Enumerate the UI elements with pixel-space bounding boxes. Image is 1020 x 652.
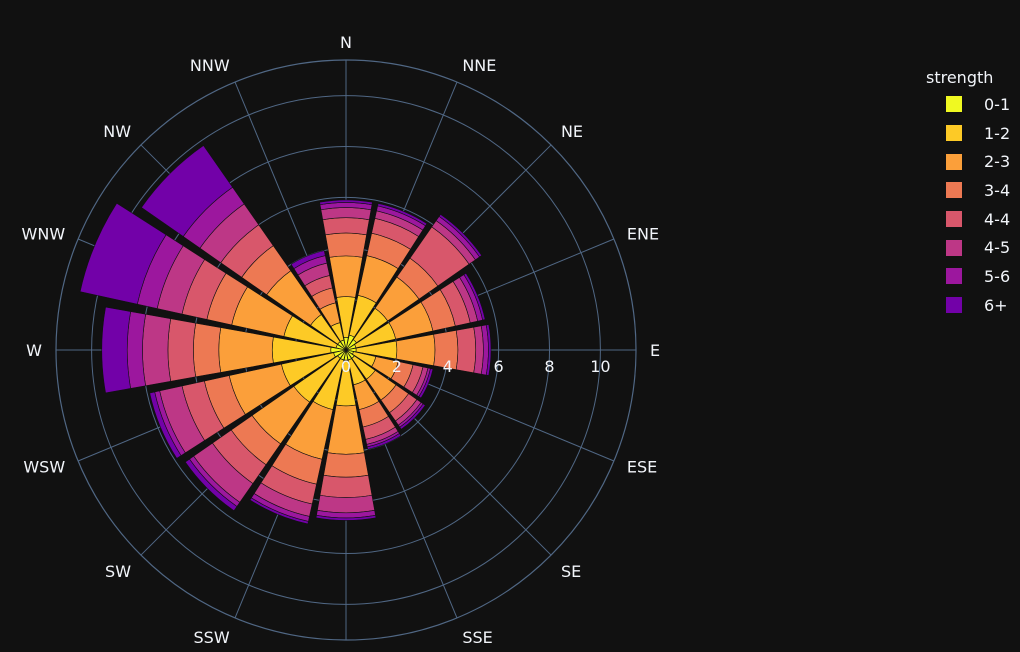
legend-swatch [946, 239, 962, 256]
bar-W-6+ [101, 306, 131, 394]
legend-title: strength [926, 68, 994, 87]
bar-S-4-5 [317, 494, 375, 514]
radial-tick-label: 4 [443, 357, 453, 376]
legend-item-3-4[interactable]: 3-4 [926, 176, 1016, 205]
legend-label: 0-1 [984, 94, 1011, 114]
direction-label-ENE: ENE [627, 225, 659, 244]
radial-tick-label: 6 [494, 357, 504, 376]
direction-label-SW: SW [105, 562, 131, 581]
bar-W-4-4 [167, 318, 197, 382]
legend-items: 0-1 1-2 2-3 3-4 4-4 4-5 5-6 6+ [926, 90, 1016, 320]
legend-swatch [946, 125, 962, 142]
direction-label-N: N [340, 33, 352, 52]
direction-label-WSW: WSW [23, 457, 65, 476]
bar-N-4-4 [322, 217, 370, 236]
bar-W-3-4 [193, 322, 222, 378]
legend-label: 1-2 [984, 123, 1011, 143]
direction-label-WNW: WNW [22, 225, 66, 244]
legend-swatch [946, 297, 962, 314]
legend-item-0-1[interactable]: 0-1 [926, 90, 1016, 119]
bar-N-3-4 [325, 232, 367, 258]
bar-E-4-4 [455, 326, 476, 374]
legend-label: 5-6 [984, 266, 1011, 286]
bar-S-2-3 [327, 404, 365, 455]
bars [79, 145, 492, 525]
bar-W-2-3 [218, 327, 274, 373]
radial-tick-label: 8 [544, 357, 554, 376]
legend-swatch [946, 182, 962, 199]
direction-label-NNE: NNE [462, 56, 496, 75]
legend-item-5-6[interactable]: 5-6 [926, 262, 1016, 291]
bar-N-2-3 [329, 255, 363, 298]
legend-label: 6+ [984, 295, 1008, 315]
legend-label: 4-4 [984, 209, 1011, 229]
bar-N-4-5 [320, 207, 372, 221]
legend-item-4-5[interactable]: 4-5 [926, 233, 1016, 262]
radial-tick-label: 2 [392, 357, 402, 376]
direction-label-SSE: SSE [462, 628, 492, 647]
direction-label-NE: NE [561, 122, 583, 141]
wind-rose-chart: 0246810NNNENEENEEESESESSESSSWSWWSWWWNWNW… [22, 33, 661, 652]
direction-label-SSW: SSW [194, 628, 230, 647]
direction-label-ESE: ESE [627, 457, 657, 476]
direction-label-NW: NW [103, 122, 131, 141]
legend-item-6+[interactable]: 6+ [926, 291, 1016, 320]
legend-label: 3-4 [984, 180, 1011, 200]
direction-label-NNW: NNW [190, 56, 230, 75]
legend-swatch [946, 268, 962, 285]
legend-item-2-3[interactable]: 2-3 [926, 147, 1016, 176]
legend-swatch [946, 96, 962, 113]
radial-tick-label: 0 [341, 357, 351, 376]
legend-item-4-4[interactable]: 4-4 [926, 205, 1016, 234]
radial-tick-label: 10 [590, 357, 610, 376]
bar-S-3-4 [323, 452, 369, 478]
direction-label-E: E [650, 341, 660, 360]
legend-item-1-2[interactable]: 1-2 [926, 119, 1016, 148]
direction-label-W: W [26, 341, 42, 360]
legend-label: 4-5 [984, 238, 1011, 258]
bar-S-4-4 [319, 474, 373, 498]
legend: strength 0-1 1-2 2-3 3-4 4-4 4-5 5-6 6+ [926, 66, 1016, 320]
legend-label: 2-3 [984, 152, 1011, 172]
bar-W-4-5 [142, 313, 172, 387]
legend-swatch [946, 153, 962, 170]
direction-label-SE: SE [561, 562, 581, 581]
legend-swatch [946, 211, 962, 228]
